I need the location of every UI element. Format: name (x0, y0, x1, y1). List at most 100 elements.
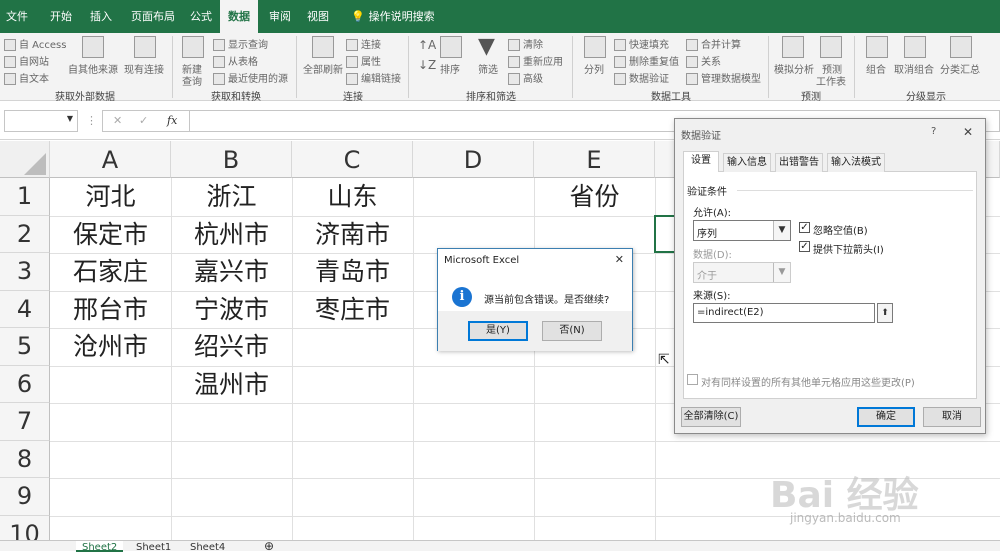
row-header-2[interactable]: 2 (0, 216, 50, 253)
row-header-6[interactable]: 6 (0, 366, 50, 403)
row-header-7[interactable]: 7 (0, 403, 50, 441)
sort-desc-icon[interactable]: ↓Z (418, 58, 436, 72)
select-all-corner[interactable] (0, 141, 50, 178)
from-table-button[interactable]: 从表格 (213, 53, 258, 68)
cell-a1[interactable]: 河北 (50, 178, 171, 215)
tab-data[interactable]: 数据 (220, 0, 258, 33)
cell-a3[interactable]: 石家庄 (50, 253, 171, 290)
cell-a4[interactable]: 邢台市 (50, 291, 171, 328)
cancel-button[interactable]: 取消 (923, 407, 981, 427)
cell-b2[interactable]: 杭州市 (171, 216, 292, 253)
cancel-icon[interactable]: ✕ (113, 114, 122, 127)
tab-page-layout[interactable]: 页面布局 (124, 0, 182, 33)
row-header-9[interactable]: 9 (0, 478, 50, 516)
row-header-10[interactable]: 10 (0, 516, 50, 541)
column-header-d[interactable]: D (413, 141, 534, 178)
column-header-c[interactable]: C (292, 141, 413, 178)
advanced-filter-button[interactable]: 高级 (508, 70, 543, 85)
drag-handle-icon[interactable]: ⋮ (86, 114, 97, 127)
tab-view[interactable]: 视图 (300, 0, 336, 33)
close-icon[interactable]: ✕ (963, 125, 973, 139)
cell-e1[interactable]: 省份 (534, 178, 655, 215)
row-header-4[interactable]: 4 (0, 291, 50, 328)
sheet-tab-sheet1[interactable]: Sheet1 (130, 541, 177, 553)
source-input[interactable]: =indirect(E2) (693, 303, 875, 323)
from-text-button[interactable]: 自文本 (4, 70, 49, 85)
column-header-a[interactable]: A (50, 141, 171, 178)
enter-icon[interactable]: ✓ (139, 114, 148, 127)
filter-button[interactable]: 筛选 (478, 61, 498, 76)
no-button[interactable]: 否(N) (542, 321, 602, 341)
row-header-8[interactable]: 8 (0, 441, 50, 478)
subtotal-button[interactable]: 分类汇总 (940, 61, 980, 76)
cell-b4[interactable]: 宁波市 (171, 291, 292, 328)
reapply-button[interactable]: 重新应用 (508, 53, 563, 68)
clear-all-button[interactable]: 全部清除(C) (681, 407, 741, 427)
sheet-tab-sheet2[interactable]: Sheet2 (76, 541, 124, 553)
from-web-button[interactable]: 自网站 (4, 53, 49, 68)
tab-formulas[interactable]: 公式 (184, 0, 218, 33)
tab-review[interactable]: 审阅 (262, 0, 298, 33)
manage-data-model-button[interactable]: 管理数据模型 (686, 70, 761, 85)
row-header-5[interactable]: 5 (0, 328, 50, 366)
remove-duplicates-button[interactable]: 删除重复值 (614, 53, 679, 68)
flash-fill-label: 快速填充 (629, 40, 669, 51)
cell-c4[interactable]: 枣庄市 (292, 291, 413, 328)
apply-all-checkbox[interactable] (687, 374, 698, 385)
cell-c1[interactable]: 山东 (292, 178, 413, 215)
edit-links-button[interactable]: 编辑链接 (346, 70, 401, 85)
what-if-button[interactable]: 模拟分析 (774, 61, 814, 76)
flash-fill-button[interactable]: 快速填充 (614, 36, 669, 51)
tab-ime-mode[interactable]: 输入法模式 (827, 153, 885, 172)
close-icon[interactable]: ✕ (615, 253, 624, 266)
tell-me-search[interactable]: 💡 操作说明搜索 (346, 0, 440, 33)
tab-insert[interactable]: 插入 (82, 0, 120, 33)
consolidate-button[interactable]: 合并计算 (686, 36, 741, 51)
recent-sources-button[interactable]: 最近使用的源 (213, 70, 288, 85)
cell-b5[interactable]: 绍兴市 (171, 328, 292, 365)
from-access-button[interactable]: 自 Access (4, 36, 66, 51)
tab-settings[interactable]: 设置 (683, 151, 719, 172)
sort-asc-icon[interactable]: ↑A (418, 38, 436, 52)
help-icon[interactable]: ? (931, 126, 936, 137)
cell-b1[interactable]: 浙江 (171, 178, 292, 215)
cell-a5[interactable]: 沧州市 (50, 328, 171, 365)
column-header-e[interactable]: E (534, 141, 655, 178)
show-queries-button[interactable]: 显示查询 (213, 36, 268, 51)
allow-select[interactable]: 序列 ▼ (693, 220, 791, 241)
row-header-1[interactable]: 1 (0, 178, 50, 216)
insert-function-icon[interactable]: fx (167, 114, 177, 127)
data-validation-button[interactable]: 数据验证 (614, 70, 669, 85)
text-to-columns-button[interactable]: 分列 (584, 61, 604, 76)
group-button[interactable]: 组合 (866, 61, 886, 76)
clear-filter-button[interactable]: 清除 (508, 36, 543, 51)
ungroup-button[interactable]: 取消组合 (894, 61, 934, 76)
column-header-b[interactable]: B (171, 141, 292, 178)
other-sources-button[interactable]: 自其他来源 (68, 61, 118, 76)
cell-c2[interactable]: 济南市 (292, 216, 413, 253)
sheet-tab-sheet4[interactable]: Sheet4 (184, 541, 231, 553)
row-header-3[interactable]: 3 (0, 253, 50, 291)
name-box[interactable]: ▼ (4, 110, 78, 132)
from-web-label: 自网站 (19, 57, 49, 68)
cell-a2[interactable]: 保定市 (50, 216, 171, 253)
tab-error-alert[interactable]: 出错警告 (775, 153, 823, 172)
properties-button[interactable]: 属性 (346, 53, 381, 68)
relationships-button[interactable]: 关系 (686, 53, 721, 68)
tab-file[interactable]: 文件 (0, 0, 34, 33)
existing-connections-button[interactable]: 现有连接 (124, 61, 164, 76)
cell-b6[interactable]: 温州市 (171, 366, 292, 403)
ignore-blank-checkbox[interactable]: ✓ (799, 222, 810, 233)
ok-button[interactable]: 确定 (857, 407, 915, 427)
cell-b3[interactable]: 嘉兴市 (171, 253, 292, 290)
sort-button[interactable]: 排序 (440, 61, 460, 76)
tab-home[interactable]: 开始 (42, 0, 80, 33)
connections-button[interactable]: 连接 (346, 36, 381, 51)
refresh-all-button[interactable]: 全部刷新 (303, 61, 343, 76)
tab-input-message[interactable]: 输入信息 (723, 153, 771, 172)
yes-button[interactable]: 是(Y) (468, 321, 528, 341)
range-picker-icon[interactable]: ⬆ (877, 303, 893, 323)
in-cell-dropdown-checkbox[interactable]: ✓ (799, 241, 810, 252)
cell-c3[interactable]: 青岛市 (292, 253, 413, 290)
add-sheet-icon[interactable]: ⊕ (258, 540, 280, 552)
